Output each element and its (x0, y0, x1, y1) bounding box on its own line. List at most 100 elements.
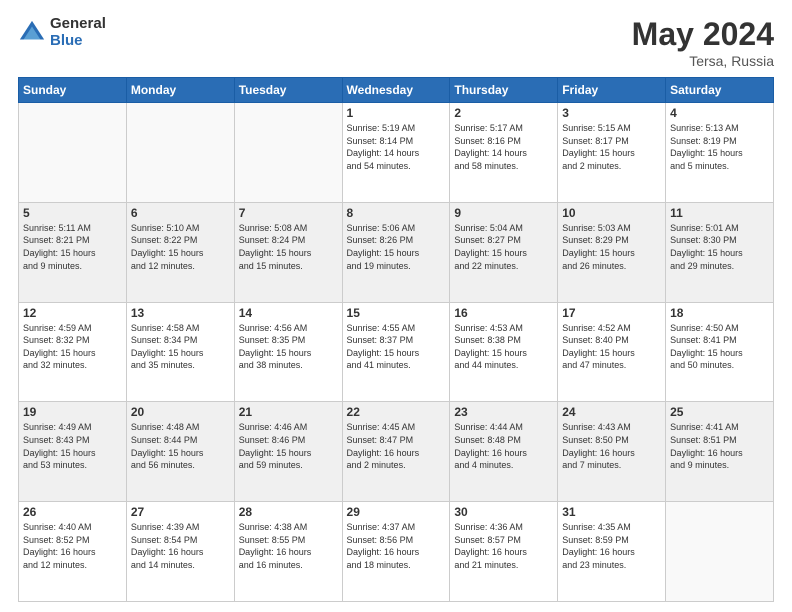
table-row: 10 Sunrise: 5:03 AM Sunset: 8:29 PM Dayli… (558, 202, 666, 302)
table-row: 20 Sunrise: 4:48 AM Sunset: 8:44 PM Dayli… (126, 402, 234, 502)
table-row: 22 Sunrise: 4:45 AM Sunset: 8:47 PM Dayli… (342, 402, 450, 502)
day-number: 27 (131, 505, 230, 519)
title-month: May 2024 (632, 16, 774, 53)
day-info: Sunrise: 4:40 AM Sunset: 8:52 PM Dayligh… (23, 521, 122, 571)
day-info: Sunrise: 4:53 AM Sunset: 8:38 PM Dayligh… (454, 322, 553, 372)
table-row: 13Sunrise: 4:58 AM Sunset: 8:34 PM Dayli… (126, 302, 234, 402)
day-info: Sunrise: 4:56 AM Sunset: 8:35 PM Dayligh… (239, 322, 338, 372)
day-number: 26 (23, 505, 122, 519)
day-number: 28 (239, 505, 338, 519)
calendar-row: 1 Sunrise: 5:19 AM Sunset: 8:14 PM Daylig… (19, 103, 774, 203)
header-friday: Friday (558, 78, 666, 103)
table-row: 17 Sunrise: 4:52 AM Sunset: 8:40 PM Dayli… (558, 302, 666, 402)
day-info: Sunrise: 4:35 AM Sunset: 8:59 PM Dayligh… (562, 521, 661, 571)
table-row: 14Sunrise: 4:56 AM Sunset: 8:35 PM Dayli… (234, 302, 342, 402)
day-info: Sunrise: 4:43 AM Sunset: 8:50 PM Dayligh… (562, 421, 661, 471)
table-row: 25 Sunrise: 4:41 AM Sunset: 8:51 PM Dayli… (666, 402, 774, 502)
day-number: 22 (347, 405, 446, 419)
day-info: Sunrise: 4:48 AM Sunset: 8:44 PM Dayligh… (131, 421, 230, 471)
table-row: 2 Sunrise: 5:17 AM Sunset: 8:16 PM Daylig… (450, 103, 558, 203)
day-number: 25 (670, 405, 769, 419)
day-info: Sunrise: 4:38 AM Sunset: 8:55 PM Dayligh… (239, 521, 338, 571)
day-info: Sunrise: 5:19 AM Sunset: 8:14 PM Dayligh… (347, 122, 446, 172)
day-info: Sunrise: 4:41 AM Sunset: 8:51 PM Dayligh… (670, 421, 769, 471)
table-row: 30 Sunrise: 4:36 AM Sunset: 8:57 PM Dayli… (450, 502, 558, 602)
table-row: 3 Sunrise: 5:15 AM Sunset: 8:17 PM Daylig… (558, 103, 666, 203)
calendar-row: 19 Sunrise: 4:49 AM Sunset: 8:43 PM Dayli… (19, 402, 774, 502)
table-row: 31 Sunrise: 4:35 AM Sunset: 8:59 PM Dayli… (558, 502, 666, 602)
day-number: 10 (562, 206, 661, 220)
day-number: 24 (562, 405, 661, 419)
logo-text: General Blue (50, 16, 106, 49)
table-row: 9 Sunrise: 5:04 AM Sunset: 8:27 PM Daylig… (450, 202, 558, 302)
logo-general-text: General (50, 16, 106, 33)
table-row: 24 Sunrise: 4:43 AM Sunset: 8:50 PM Dayli… (558, 402, 666, 502)
day-info: Sunrise: 4:36 AM Sunset: 8:57 PM Dayligh… (454, 521, 553, 571)
day-info: Sunrise: 4:37 AM Sunset: 8:56 PM Dayligh… (347, 521, 446, 571)
table-row (126, 103, 234, 203)
table-row: 21Sunrise: 4:46 AM Sunset: 8:46 PM Dayli… (234, 402, 342, 502)
day-info: Sunrise: 5:03 AM Sunset: 8:29 PM Dayligh… (562, 222, 661, 272)
day-info: Sunrise: 5:08 AM Sunset: 8:24 PM Dayligh… (239, 222, 338, 272)
calendar-row: 12Sunrise: 4:59 AM Sunset: 8:32 PM Dayli… (19, 302, 774, 402)
day-info: Sunrise: 5:17 AM Sunset: 8:16 PM Dayligh… (454, 122, 553, 172)
table-row: 23Sunrise: 4:44 AM Sunset: 8:48 PM Dayli… (450, 402, 558, 502)
day-number: 1 (347, 106, 446, 120)
table-row: 16 Sunrise: 4:53 AM Sunset: 8:38 PM Dayli… (450, 302, 558, 402)
table-row (666, 502, 774, 602)
header-thursday: Thursday (450, 78, 558, 103)
header-wednesday: Wednesday (342, 78, 450, 103)
day-info: Sunrise: 4:46 AM Sunset: 8:46 PM Dayligh… (239, 421, 338, 471)
logo-icon (18, 19, 46, 47)
day-number: 15 (347, 306, 446, 320)
day-info: Sunrise: 4:49 AM Sunset: 8:43 PM Dayligh… (23, 421, 122, 471)
calendar: Sunday Monday Tuesday Wednesday Thursday… (18, 77, 774, 602)
table-row: 27 Sunrise: 4:39 AM Sunset: 8:54 PM Dayli… (126, 502, 234, 602)
day-info: Sunrise: 4:52 AM Sunset: 8:40 PM Dayligh… (562, 322, 661, 372)
day-info: Sunrise: 5:11 AM Sunset: 8:21 PM Dayligh… (23, 222, 122, 272)
day-info: Sunrise: 4:39 AM Sunset: 8:54 PM Dayligh… (131, 521, 230, 571)
day-number: 11 (670, 206, 769, 220)
page: General Blue May 2024 Tersa, Russia Sund… (0, 0, 792, 612)
table-row: 18 Sunrise: 4:50 AM Sunset: 8:41 PM Dayli… (666, 302, 774, 402)
day-info: Sunrise: 5:15 AM Sunset: 8:17 PM Dayligh… (562, 122, 661, 172)
day-number: 31 (562, 505, 661, 519)
day-number: 12 (23, 306, 122, 320)
day-info: Sunrise: 4:50 AM Sunset: 8:41 PM Dayligh… (670, 322, 769, 372)
table-row: 1 Sunrise: 5:19 AM Sunset: 8:14 PM Daylig… (342, 103, 450, 203)
day-number: 18 (670, 306, 769, 320)
day-info: Sunrise: 5:04 AM Sunset: 8:27 PM Dayligh… (454, 222, 553, 272)
day-number: 3 (562, 106, 661, 120)
header-tuesday: Tuesday (234, 78, 342, 103)
day-number: 29 (347, 505, 446, 519)
table-row: 8Sunrise: 5:06 AM Sunset: 8:26 PM Daylig… (342, 202, 450, 302)
day-info: Sunrise: 4:55 AM Sunset: 8:37 PM Dayligh… (347, 322, 446, 372)
title-block: May 2024 Tersa, Russia (632, 16, 774, 69)
day-number: 5 (23, 206, 122, 220)
table-row: 19 Sunrise: 4:49 AM Sunset: 8:43 PM Dayli… (19, 402, 127, 502)
day-info: Sunrise: 5:10 AM Sunset: 8:22 PM Dayligh… (131, 222, 230, 272)
day-info: Sunrise: 4:44 AM Sunset: 8:48 PM Dayligh… (454, 421, 553, 471)
day-info: Sunrise: 4:58 AM Sunset: 8:34 PM Dayligh… (131, 322, 230, 372)
day-number: 4 (670, 106, 769, 120)
table-row: 6Sunrise: 5:10 AM Sunset: 8:22 PM Daylig… (126, 202, 234, 302)
day-number: 30 (454, 505, 553, 519)
day-number: 17 (562, 306, 661, 320)
header-saturday: Saturday (666, 78, 774, 103)
day-number: 9 (454, 206, 553, 220)
day-info: Sunrise: 5:01 AM Sunset: 8:30 PM Dayligh… (670, 222, 769, 272)
table-row: 28 Sunrise: 4:38 AM Sunset: 8:55 PM Dayli… (234, 502, 342, 602)
day-number: 16 (454, 306, 553, 320)
table-row: 26 Sunrise: 4:40 AM Sunset: 8:52 PM Dayli… (19, 502, 127, 602)
day-info: Sunrise: 4:45 AM Sunset: 8:47 PM Dayligh… (347, 421, 446, 471)
table-row: 11 Sunrise: 5:01 AM Sunset: 8:30 PM Dayli… (666, 202, 774, 302)
day-number: 7 (239, 206, 338, 220)
table-row: 29 Sunrise: 4:37 AM Sunset: 8:56 PM Dayli… (342, 502, 450, 602)
header: General Blue May 2024 Tersa, Russia (18, 16, 774, 69)
calendar-row: 26 Sunrise: 4:40 AM Sunset: 8:52 PM Dayli… (19, 502, 774, 602)
day-number: 19 (23, 405, 122, 419)
table-row: 4Sunrise: 5:13 AM Sunset: 8:19 PM Daylig… (666, 103, 774, 203)
day-number: 20 (131, 405, 230, 419)
day-number: 2 (454, 106, 553, 120)
header-sunday: Sunday (19, 78, 127, 103)
